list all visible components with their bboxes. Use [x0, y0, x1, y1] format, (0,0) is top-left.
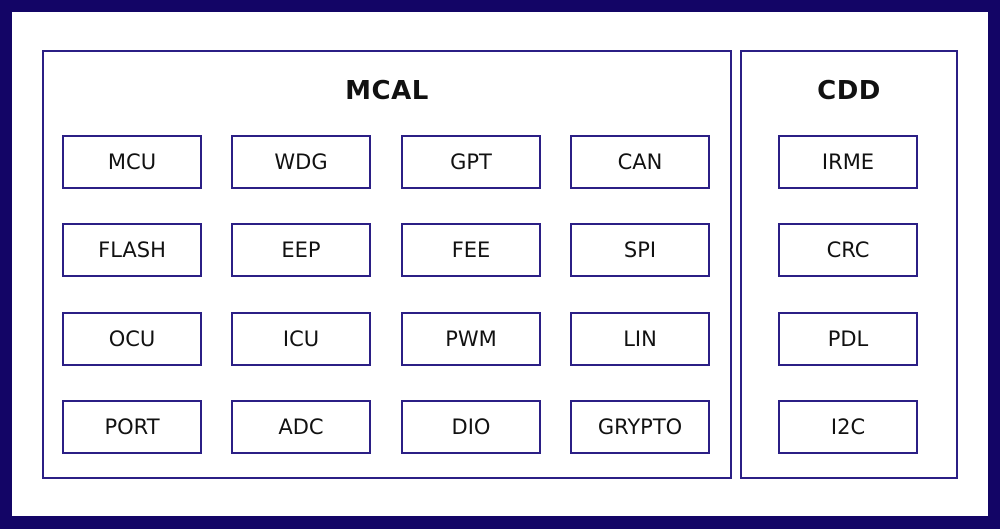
module-box-irme: IRME — [778, 135, 918, 189]
module-box-dio: DIO — [401, 400, 541, 454]
module-box-lin: LIN — [570, 312, 710, 366]
module-box-gpt: GPT — [401, 135, 541, 189]
module-box-flash: FLASH — [62, 223, 202, 277]
module-box-icu: ICU — [231, 312, 371, 366]
module-box-fee: FEE — [401, 223, 541, 277]
module-box-spi: SPI — [570, 223, 710, 277]
module-box-pwm: PWM — [401, 312, 541, 366]
module-box-can: CAN — [570, 135, 710, 189]
module-box-eep: EEP — [231, 223, 371, 277]
module-box-port: PORT — [62, 400, 202, 454]
module-box-mcu: MCU — [62, 135, 202, 189]
mcal-title: MCAL — [345, 76, 429, 106]
module-box-wdg: WDG — [231, 135, 371, 189]
module-box-i2c: I2C — [778, 400, 918, 454]
module-box-grypto: GRYPTO — [570, 400, 710, 454]
module-box-pdl: PDL — [778, 312, 918, 366]
module-box-crc: CRC — [778, 223, 918, 277]
cdd-title: CDD — [817, 76, 881, 106]
module-box-adc: ADC — [231, 400, 371, 454]
module-box-ocu: OCU — [62, 312, 202, 366]
